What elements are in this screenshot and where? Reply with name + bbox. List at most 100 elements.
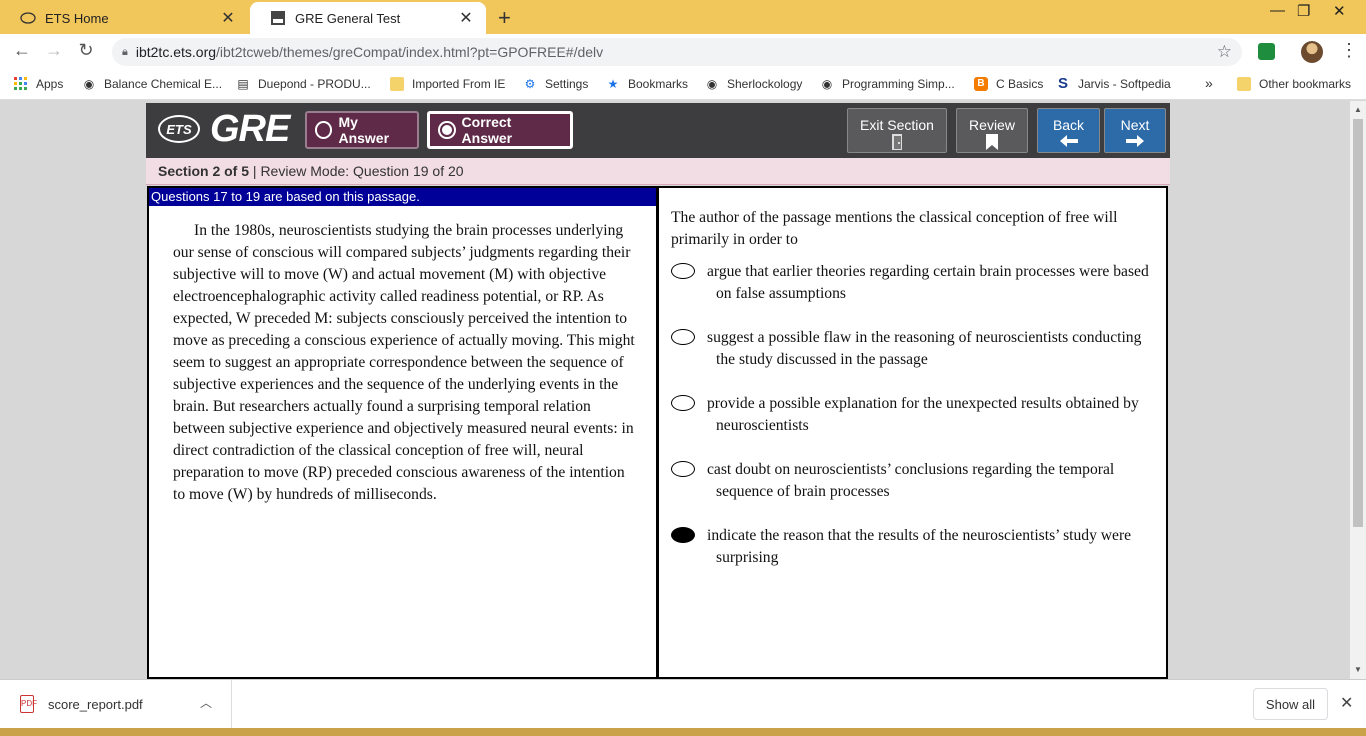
bookmark-label: Other bookmarks [1259, 77, 1352, 91]
bookmark-icon [957, 134, 1027, 153]
bookmark-balance-chemical[interactable]: ◉ Balance Chemical E... [82, 77, 222, 91]
menu-icon[interactable]: ⋮ [1340, 40, 1358, 61]
bookmark-star-icon[interactable]: ☆ [1217, 42, 1232, 62]
radio-button[interactable] [671, 263, 695, 279]
scrollbar-thumb[interactable] [1353, 119, 1363, 527]
tab-strip: ETS Home ✕ GRE General Test ✕ + — ❐ ✕ [0, 0, 1366, 34]
bookmark-other-bookmarks[interactable]: Other bookmarks [1237, 77, 1351, 91]
forward-arrow-icon[interactable]: → [42, 40, 66, 61]
browser-toolbar: ← → ↻ 🔒︎ ibt2tc.ets.org/ibt2tcweb/themes… [0, 34, 1366, 70]
gre-logo: GRE [210, 108, 290, 150]
review-button[interactable]: Review [956, 108, 1028, 153]
extension-icon[interactable] [1258, 43, 1275, 60]
bookmark-c-basics[interactable]: B C Basics [974, 77, 1043, 91]
tab-ets-home[interactable]: ETS Home ✕ [0, 2, 248, 34]
bookmark-sherlockology[interactable]: ◉ Sherlockology [705, 77, 803, 91]
scroll-up-icon[interactable]: ▲ [1354, 105, 1362, 114]
answer-choice-a[interactable]: argue that earlier theories regarding ce… [671, 261, 1161, 305]
apps-grid-icon [14, 77, 28, 91]
close-tab-icon[interactable]: ✕ [220, 8, 236, 28]
bookmark-label: Programming Simp... [842, 77, 955, 91]
bookmarks-overflow-chevron[interactable]: » [1205, 75, 1213, 91]
correct-answer-button[interactable]: Correct Answer [427, 111, 573, 149]
back-arrow-icon[interactable]: ← [10, 40, 34, 61]
folder-icon [1237, 77, 1251, 91]
scroll-down-icon[interactable]: ▼ [1354, 665, 1362, 674]
bookmark-imported-from-ie[interactable]: Imported From IE [390, 77, 505, 91]
answer-choice-c[interactable]: provide a possible explanation for the u… [671, 393, 1161, 437]
door-icon [848, 134, 946, 153]
exit-section-button[interactable]: Exit Section [847, 108, 947, 153]
bookmark-apps[interactable]: Apps [14, 77, 63, 91]
bookmark-label: Duepond - PRODU... [258, 77, 371, 91]
choice-text: provide a possible explanation for the u… [707, 395, 1139, 434]
minimize-icon[interactable]: — [1270, 2, 1285, 19]
close-download-bar-icon[interactable]: ✕ [1340, 693, 1353, 713]
bookmark-programming-simp[interactable]: ◉ Programming Simp... [820, 77, 955, 91]
bookmark-label: Imported From IE [412, 77, 506, 91]
next-button[interactable]: Next [1104, 108, 1166, 153]
passage-text: In the 1980s, neuroscientists studying t… [173, 222, 635, 503]
bookmark-label: Sherlockology [727, 77, 803, 91]
section-status-bar: Section 2 of 5 | Review Mode: Question 1… [146, 158, 1170, 185]
choice-text: indicate the reason that the results of … [707, 527, 1132, 566]
restore-icon[interactable]: ❐ [1297, 2, 1310, 20]
tab-title: ETS Home [45, 10, 109, 26]
button-label: Exit Section [860, 117, 934, 133]
radio-filled-icon [438, 121, 456, 139]
choice-text: cast doubt on neuroscientists’ conclusio… [707, 461, 1115, 500]
globe-icon: ◉ [821, 77, 833, 91]
tab-title: GRE General Test [295, 10, 401, 26]
bookmark-label: Balance Chemical E... [104, 77, 223, 91]
bookmark-settings[interactable]: ⚙ Settings [523, 77, 589, 91]
url-domain: ibt2tc.ets.org [135, 44, 217, 60]
button-label: Next [1120, 117, 1150, 133]
bookmark-label: Jarvis - Softpedia [1078, 77, 1171, 91]
show-all-button[interactable]: Show all [1253, 688, 1328, 720]
bookmark-label: Bookmarks [628, 77, 689, 91]
button-label: Correct Answer [461, 114, 513, 146]
question-stem: The author of the passage mentions the c… [671, 209, 1118, 248]
answer-choice-e[interactable]: indicate the reason that the results of … [671, 525, 1161, 569]
ets-logo: ETS [158, 115, 200, 143]
bookmark-jarvis-softpedia[interactable]: S Jarvis - Softpedia [1056, 76, 1171, 91]
gear-icon: ⚙ [524, 77, 536, 91]
ets-icon [20, 10, 36, 26]
download-item[interactable]: PDF score_report.pdf [20, 695, 143, 713]
page-icon: ▤ [237, 77, 249, 91]
section-label: Section 2 of 5 [158, 163, 250, 179]
passage-pane: Questions 17 to 19 are based on this pas… [147, 186, 658, 679]
bookmark-label: Settings [545, 77, 589, 91]
gre-header: ETS GRE My Answer Correct Answer Exit Se… [146, 103, 1170, 158]
bookmark-duepond[interactable]: ▤ Duepond - PRODU... [236, 77, 371, 91]
close-window-icon[interactable]: ✕ [1333, 2, 1346, 20]
back-button[interactable]: Back [1037, 108, 1100, 153]
radio-empty-icon [315, 121, 333, 139]
bookmarks-bar: Apps ◉ Balance Chemical E... ▤ Duepond -… [0, 70, 1366, 100]
answer-choice-d[interactable]: cast doubt on neuroscientists’ conclusio… [671, 459, 1161, 503]
new-tab-icon[interactable]: + [498, 5, 511, 31]
avatar[interactable] [1301, 41, 1323, 63]
taskbar-strip [0, 728, 1366, 736]
star-icon: ★ [607, 77, 619, 91]
my-answer-button[interactable]: My Answer [305, 111, 419, 149]
answer-choice-b[interactable]: suggest a possible flaw in the reasoning… [671, 327, 1161, 371]
radio-button[interactable] [671, 461, 695, 477]
radio-button-selected[interactable] [671, 527, 695, 543]
divider [231, 680, 232, 729]
gre-tab-icon [270, 10, 286, 26]
address-bar[interactable]: 🔒︎ ibt2tc.ets.org/ibt2tcweb/themes/greCo… [112, 38, 1242, 66]
close-tab-icon[interactable]: ✕ [458, 8, 474, 28]
page-scrollbar[interactable]: ▲ ▼ [1350, 101, 1366, 679]
question-pane: The author of the passage mentions the c… [657, 186, 1168, 679]
chevron-up-icon[interactable]: ︿ [200, 694, 212, 711]
url-path: /ibt2tcweb/themes/greCompat/index.html?p… [216, 44, 604, 60]
reload-icon[interactable]: ↻ [74, 40, 98, 61]
bookmark-bookmarks[interactable]: ★ Bookmarks [606, 77, 688, 91]
arrow-left-icon [1038, 134, 1099, 150]
button-label: Review [969, 117, 1015, 133]
download-file-name: score_report.pdf [48, 696, 143, 712]
radio-button[interactable] [671, 395, 695, 411]
tab-gre-general-test[interactable]: GRE General Test ✕ [250, 2, 486, 34]
radio-button[interactable] [671, 329, 695, 345]
